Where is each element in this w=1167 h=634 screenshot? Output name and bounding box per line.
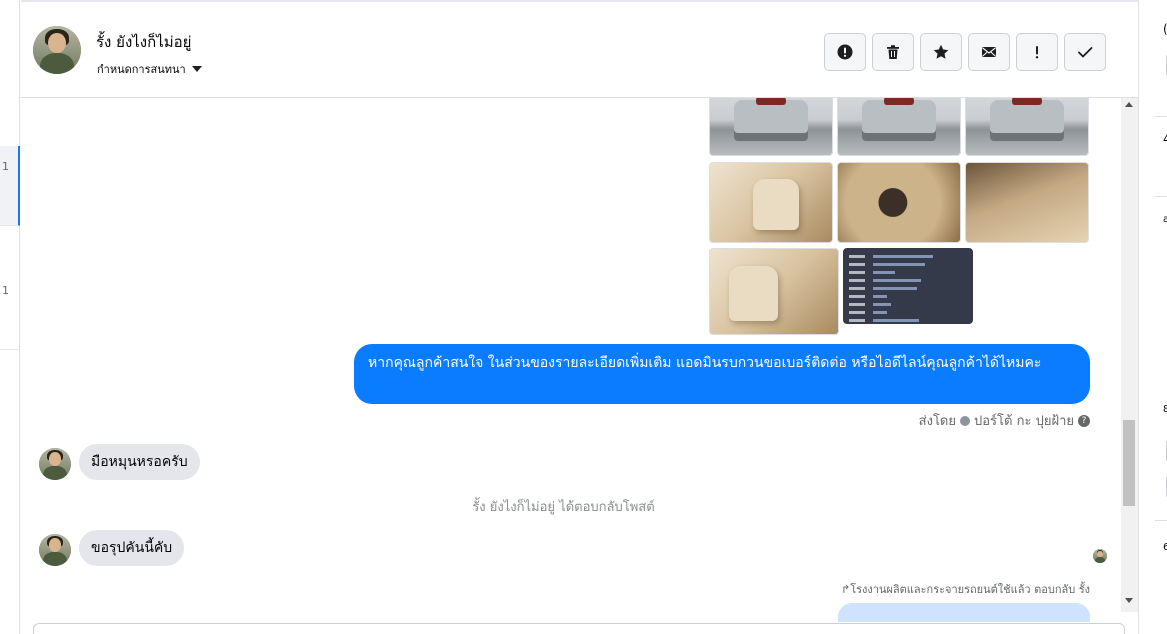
car-photo[interactable] (837, 98, 961, 156)
caret-down-icon (191, 66, 202, 72)
check-icon (1078, 47, 1093, 58)
car-interior-photo[interactable] (965, 162, 1089, 243)
star-icon (933, 44, 949, 59)
conversation-list-item[interactable]: 1 (0, 270, 20, 350)
incoming-message-bubble[interactable]: ขอรุปคันนี้คับ (79, 530, 185, 566)
envelope-icon (982, 47, 996, 57)
conversation-list-strip: 1 1 (0, 0, 20, 634)
exclamation-icon (1035, 46, 1039, 59)
conversation-list-item-active[interactable]: 1 (0, 146, 20, 226)
conversation-actions (824, 33, 1106, 71)
alert-circle-icon (837, 44, 853, 60)
scrollbar-thumb[interactable] (1123, 420, 1135, 506)
sent-by-info: ส่งโดย ปอร์โต้ กะ ปุยฝ้าย ? (919, 410, 1090, 431)
details-fragment: 6 (1163, 542, 1167, 553)
spam-button[interactable] (824, 33, 866, 71)
sent-by-name[interactable]: ปอร์โต้ กะ ปุยฝ้าย (974, 410, 1074, 431)
message-thread[interactable]: หากคุณลูกค้าสนใจ ในส่วนของรายละเอียดเพิ่… (21, 98, 1121, 622)
unread-count: 1 (2, 284, 9, 297)
details-fragment: 4 (1163, 132, 1167, 146)
unread-count: 1 (2, 160, 9, 173)
assign-conversation-label: กำหนดการสนทนา (97, 63, 186, 76)
details-panel-strip: ( 4 a 8 6 (1138, 0, 1167, 634)
thread-scrollbar[interactable] (1121, 98, 1138, 612)
star-button[interactable] (920, 33, 962, 71)
car-info-card-image[interactable] (843, 248, 973, 324)
help-icon[interactable]: ? (1078, 414, 1090, 427)
follow-up-button[interactable] (1016, 33, 1058, 71)
car-interior-photo[interactable] (709, 162, 833, 243)
scroll-down-icon[interactable] (1125, 598, 1133, 603)
page-icon (960, 415, 970, 426)
incoming-message-bubble[interactable]: มือหมุนหรอครับ (79, 444, 200, 480)
trash-icon (887, 45, 899, 59)
details-fragment: a (1163, 214, 1167, 225)
outgoing-message-bubble-partial[interactable] (838, 603, 1090, 622)
car-photo[interactable] (709, 98, 833, 156)
contact-avatar-small[interactable] (39, 448, 71, 480)
system-note: รั้ง ยังไงก็ไม่อยู่ ได้ตอบกลับโพสต์ (472, 500, 655, 515)
sent-by-prefix: ส่งโดย (918, 414, 956, 429)
reply-note: ↱โรงงานผลิตและกระจายรถยนต์ใช้แล้ว ตอบกลั… (841, 580, 1090, 598)
details-fragment: ( (1163, 22, 1167, 36)
details-divider (1155, 196, 1167, 197)
assign-conversation-dropdown[interactable]: กำหนดการสนทนา (97, 60, 202, 78)
car-interior-photo[interactable] (837, 162, 961, 243)
conversation-header: รั้ง ยังไงก็ไม่อยู่ กำหนดการสนทนา (21, 0, 1138, 98)
done-button[interactable] (1064, 33, 1106, 71)
details-fragment: 8 (1163, 404, 1167, 415)
reply-note-text: โรงงานผลิตและกระจายรถยนต์ใช้แล้ว ตอบกลับ… (850, 583, 1090, 596)
details-divider (1155, 520, 1167, 521)
seen-avatar (1093, 549, 1107, 563)
contact-avatar-small[interactable] (39, 534, 71, 566)
car-photo[interactable] (965, 98, 1089, 156)
details-divider (1155, 116, 1167, 117)
car-interior-photo[interactable] (709, 248, 839, 335)
contact-name[interactable]: รั้ง ยังไงก็ไม่อยู่ (96, 30, 191, 54)
contact-avatar[interactable] (33, 26, 81, 74)
reply-icon: ↱ (841, 583, 851, 596)
scroll-up-icon[interactable] (1125, 102, 1133, 107)
delete-button[interactable] (872, 33, 914, 71)
mark-unread-button[interactable] (968, 33, 1010, 71)
outgoing-message-bubble[interactable]: หากคุณลูกค้าสนใจ ในส่วนของรายละเอียดเพิ่… (354, 344, 1090, 404)
message-composer[interactable] (33, 623, 1125, 634)
